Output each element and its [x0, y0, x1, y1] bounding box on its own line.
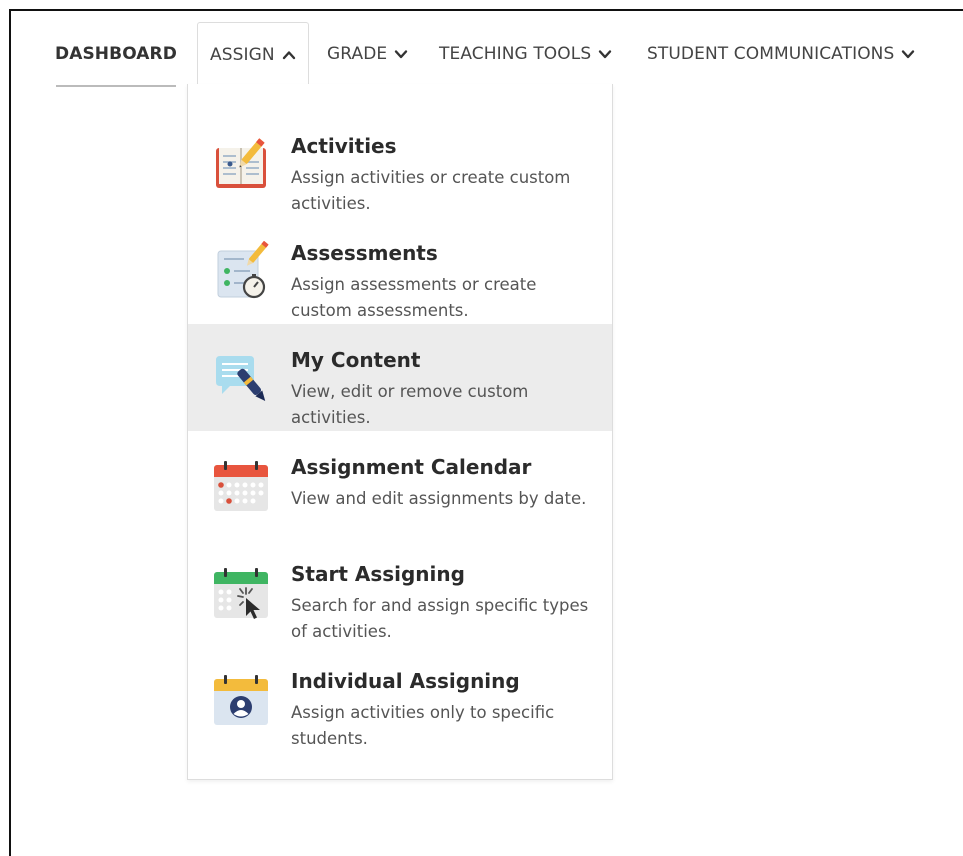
book-pencil-icon — [216, 138, 266, 188]
menu-item-title: Activities — [291, 134, 397, 158]
nav-assign-label: ASSIGN — [210, 44, 275, 65]
menu-item-title: Assignment Calendar — [291, 455, 532, 479]
menu-item-title: Start Assigning — [291, 562, 465, 586]
nav-student-communications-label: STUDENT COMMUNICATIONS — [647, 44, 895, 64]
nav-dashboard-label: DASHBOARD — [55, 44, 177, 64]
nav-dashboard[interactable]: DASHBOARD — [55, 22, 177, 87]
chevron-down-icon — [902, 50, 915, 59]
chevron-up-icon — [282, 50, 295, 59]
note-pen-icon — [216, 356, 266, 401]
calendar-user-icon — [214, 675, 268, 725]
menu-item-description: View and edit assignments by date. — [291, 489, 587, 508]
menu-item-title: Individual Assigning — [291, 669, 520, 693]
menu-item-description: Search for and assign specific types of … — [291, 596, 589, 641]
menu-item-activities[interactable]: Activities Assign activities or create c… — [188, 110, 612, 217]
menu-item-description: Assign assessments or create custom asse… — [291, 275, 537, 320]
menu-item-description: Assign activities or create custom activ… — [291, 168, 571, 213]
nav-teaching-tools-label: TEACHING TOOLS — [439, 44, 592, 64]
menu-item-individual-assigning[interactable]: Individual Assigning Assign activities o… — [188, 645, 612, 752]
nav-student-communications[interactable]: STUDENT COMMUNICATIONS — [647, 22, 915, 86]
calendar-cursor-icon — [214, 568, 268, 619]
assign-dropdown-menu: Activities Assign activities or create c… — [187, 84, 613, 780]
menu-item-description: Assign activities only to specific stude… — [291, 703, 555, 748]
nav-grade-label: GRADE — [327, 44, 388, 64]
menu-item-description: View, edit or remove custom activities. — [291, 382, 529, 427]
chevron-down-icon — [395, 50, 408, 59]
nav-assign[interactable]: ASSIGN — [197, 22, 309, 86]
chevron-down-icon — [599, 50, 612, 59]
menu-item-title: My Content — [291, 348, 421, 372]
top-nav: DASHBOARD ASSIGN GRADE TEACHING TOOLS ST… — [55, 22, 955, 87]
menu-item-assessments[interactable]: Assessments Assign assessments or create… — [188, 217, 612, 324]
nav-grade[interactable]: GRADE — [327, 22, 408, 86]
red-calendar-icon — [214, 461, 268, 511]
checklist-timer-icon — [217, 241, 269, 299]
menu-item-assignment-calendar[interactable]: Assignment Calendar View and edit assign… — [188, 431, 612, 538]
nav-teaching-tools[interactable]: TEACHING TOOLS — [439, 22, 612, 86]
menu-item-title: Assessments — [291, 241, 438, 265]
menu-item-start-assigning[interactable]: Start Assigning Search for and assign sp… — [188, 538, 612, 645]
menu-item-my-content[interactable]: My Content View, edit or remove custom a… — [188, 324, 612, 431]
